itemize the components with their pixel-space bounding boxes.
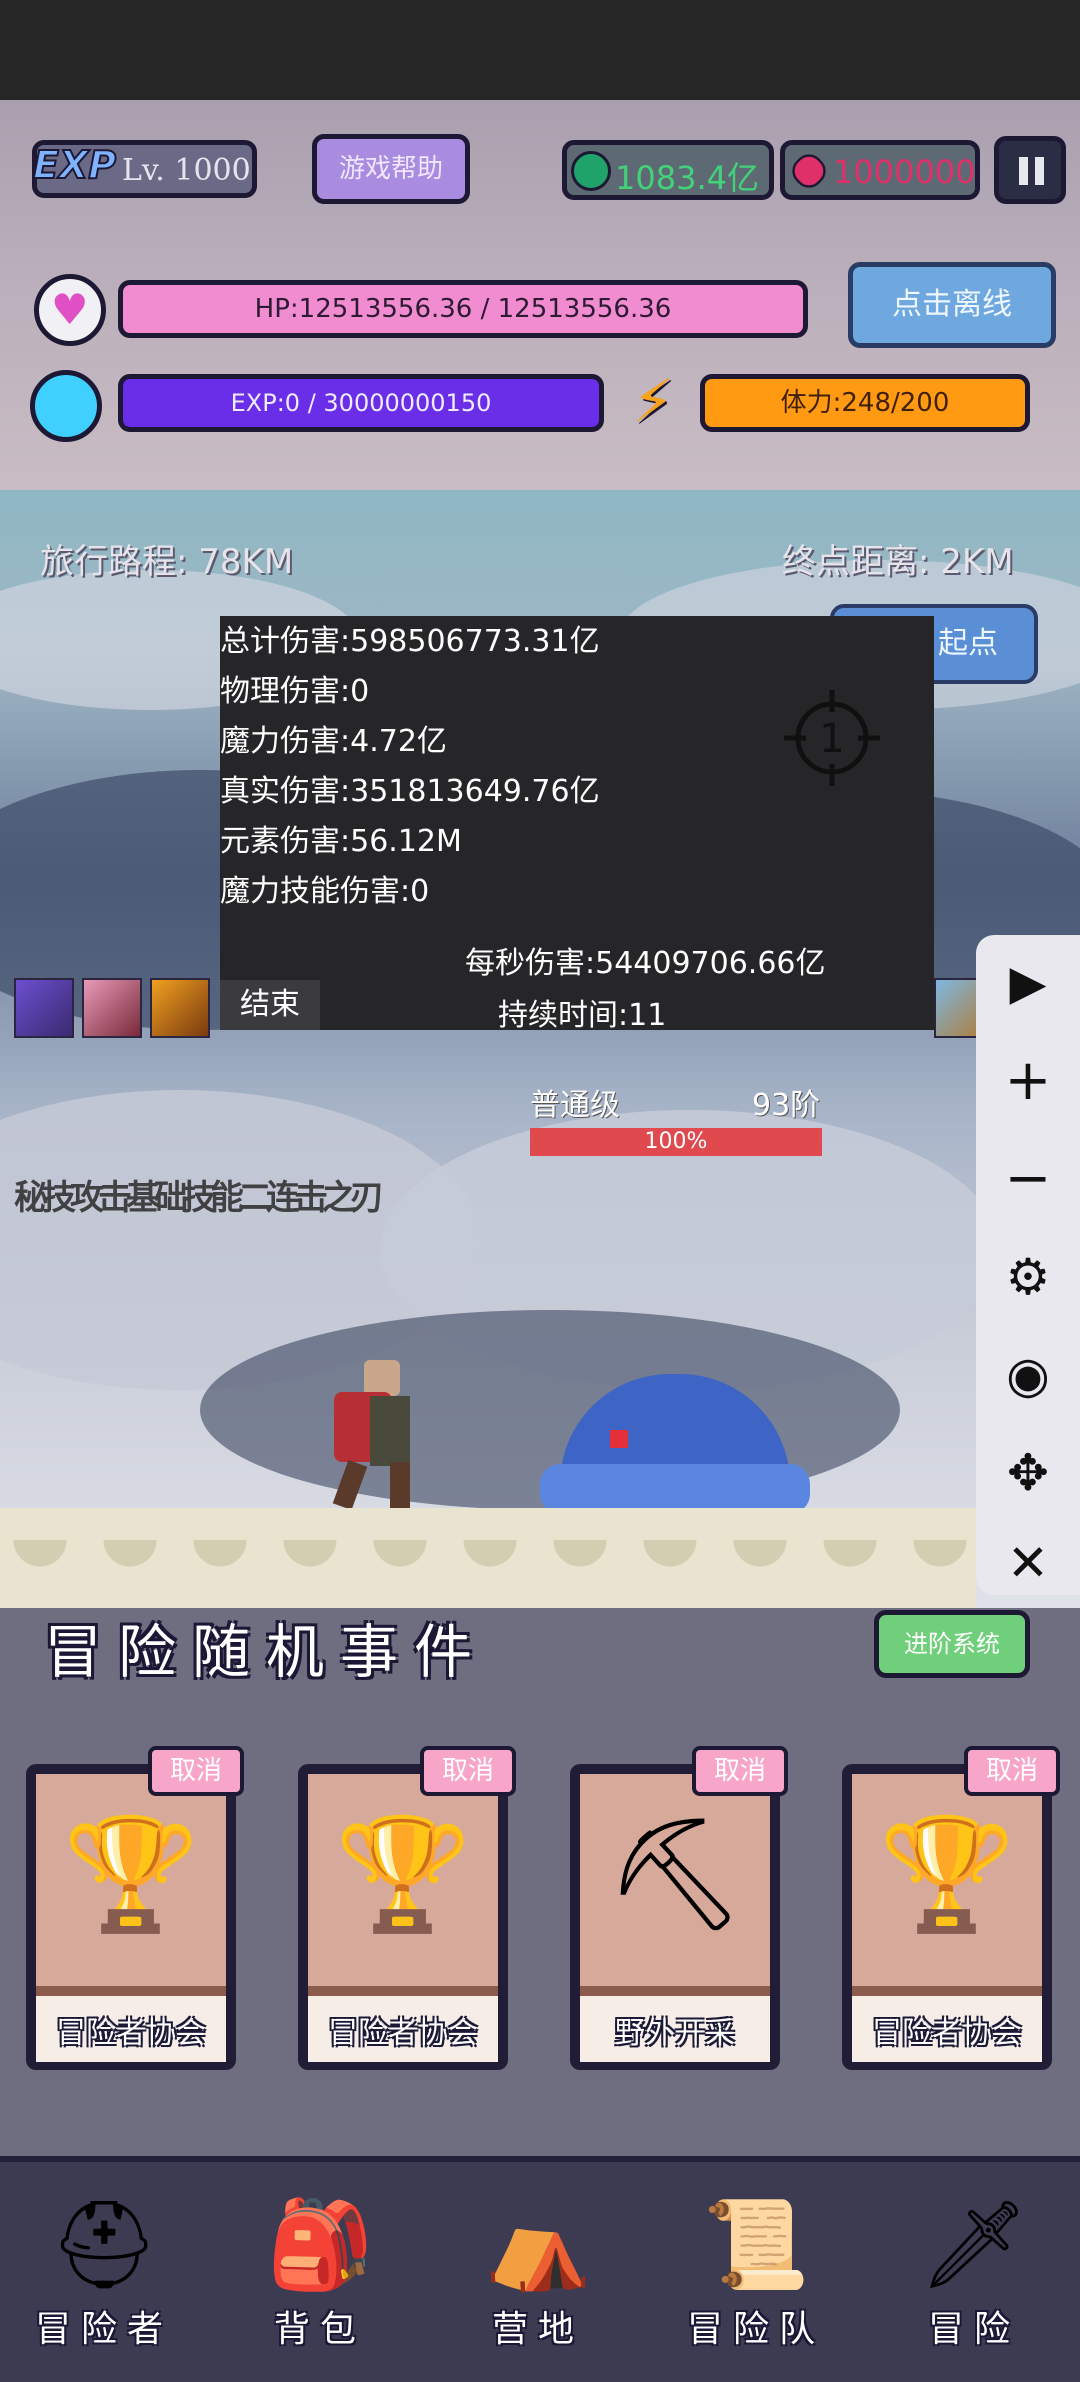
nav-backpack[interactable]: 🎒 背包 (240, 2190, 400, 2352)
side-control-bar: ▶ + − ⚙ ◉ ✥ ✕ (976, 935, 1080, 1595)
nav-label: 背包 (273, 2309, 366, 2350)
dps-text: 每秒伤害:54409706.66亿 (465, 946, 826, 981)
guild-trophy-icon: 🏆 (62, 1810, 200, 1938)
hp-bar: HP:12513556.36 / 12513556.36 (118, 280, 808, 338)
exp-bar: EXP:0 / 30000000150 (118, 374, 604, 432)
red-currency-value: 1000000 (833, 153, 976, 191)
level-badge: EXP Lv. 1000 (32, 140, 257, 198)
elemental-damage: 元素伤害:56.12M (220, 824, 462, 859)
helmet-icon: ⛑ (49, 2195, 159, 2295)
play-icon[interactable]: ▶ (976, 935, 1080, 1031)
event-card-4[interactable]: 🏆 冒险者协会 取消 (842, 1746, 1060, 2070)
gear-icon[interactable]: ⚙ (976, 1229, 1080, 1325)
cancel-event-button[interactable]: 取消 (692, 1746, 788, 1796)
sword-skill-icon (14, 978, 74, 1038)
move-icon[interactable]: ✥ (976, 1425, 1080, 1521)
cancel-event-button[interactable]: 取消 (964, 1746, 1060, 1796)
nav-label: 冒险队 (686, 2309, 825, 2350)
event-card-label: 冒险者协会 (328, 2016, 478, 2051)
damage-stats-panel: 总计伤害:598506773.31亿 物理伤害:0 魔力伤害:4.72亿 真实伤… (220, 616, 934, 1033)
minus-icon[interactable]: − (976, 1131, 1080, 1227)
enemy-hp-track: 100% (530, 1128, 822, 1156)
hero-sprite (320, 1352, 430, 1512)
card-divider (308, 1986, 498, 1996)
miner-icon: ⛏ (605, 1810, 745, 1938)
guild-trophy-icon: 🏆 (334, 1810, 472, 1938)
enemy-hp-percent: 100% (644, 1129, 708, 1154)
heart-icon: ♥ (34, 274, 106, 346)
floating-skill-text: 秘技攻击基础技能二连击之刃 (14, 1178, 384, 1218)
card-divider (36, 1986, 226, 1996)
physical-damage: 物理伤害:0 (220, 674, 370, 709)
status-bar (0, 0, 1080, 100)
weapon-skill-icon (150, 978, 210, 1038)
nav-adventurer[interactable]: ⛑ 冒险者 (24, 2190, 184, 2352)
level-text: Lv. 1000 (122, 153, 251, 188)
backpack-icon: 🎒 (266, 2195, 374, 2295)
slime-enemy-sprite (540, 1374, 810, 1514)
game-help-button[interactable]: 游戏帮助 (312, 134, 470, 204)
cloud-ground-bumps (0, 1540, 976, 1608)
hide-eye-icon[interactable]: ◉ (976, 1327, 1080, 1423)
exp-logo: EXP (32, 142, 117, 188)
boot-skill-icon (82, 978, 142, 1038)
lightning-icon: ⚡ (632, 367, 675, 437)
nav-adventure[interactable]: 🗡 冒险 (894, 2190, 1054, 2352)
stamina-bar: 体力:248/200 (700, 374, 1030, 432)
event-card-1[interactable]: 🏆 冒险者协会 取消 (26, 1746, 244, 2070)
green-currency-value: 1083.4亿 (615, 159, 759, 197)
event-card-label: 冒险者协会 (56, 2016, 206, 2051)
card-divider (852, 1986, 1042, 1996)
red-gem-icon (786, 148, 832, 194)
magic-skill-damage: 魔力技能伤害:0 (220, 874, 430, 909)
enemy-tier: 93阶 (752, 1088, 821, 1123)
event-card-label: 野外开采 (615, 2016, 735, 2051)
cancel-event-button[interactable]: 取消 (148, 1746, 244, 1796)
pause-button[interactable] (994, 136, 1066, 204)
offline-button[interactable]: 点击离线 (848, 262, 1056, 348)
end-button[interactable]: 结束 (220, 980, 320, 1030)
sword-icon: 🗡 (919, 2195, 1029, 2295)
events-title: 冒险随机事件 (44, 1618, 489, 1686)
total-damage: 总计伤害:598506773.31亿 (220, 624, 600, 659)
end-distance: 终点距离: 2KM (782, 542, 1014, 582)
scroll-icon: 📜 (702, 2195, 810, 2295)
target-number: 1 (819, 716, 844, 762)
event-card-2[interactable]: 🏆 冒险者协会 取消 (298, 1746, 516, 2070)
magic-damage: 魔力伤害:4.72亿 (220, 724, 447, 759)
nav-label: 冒险 (927, 2309, 1020, 2350)
green-gem-icon (571, 151, 611, 191)
event-card-3[interactable]: ⛏ 野外开采 取消 (570, 1746, 788, 2070)
guild-trophy-icon: 🏆 (878, 1810, 1016, 1938)
nav-label: 营地 (491, 2309, 584, 2350)
red-currency: 1000000 (780, 140, 980, 200)
nav-label: 冒险者 (34, 2309, 173, 2350)
duration-text: 持续时间:11 (498, 998, 667, 1033)
close-icon[interactable]: ✕ (976, 1515, 1080, 1611)
nav-team[interactable]: 📜 冒险队 (676, 2190, 836, 2352)
crosshair-icon: 1 (784, 690, 880, 786)
enemy-rank: 普通级 (530, 1088, 620, 1123)
event-card-label: 冒险者协会 (872, 2016, 1022, 2051)
plus-icon[interactable]: + (976, 1033, 1080, 1129)
exp-orb-icon (30, 370, 102, 442)
cancel-event-button[interactable]: 取消 (420, 1746, 516, 1796)
travel-distance: 旅行路程: 78KM (40, 542, 294, 582)
nav-camp[interactable]: ⛺ 营地 (458, 2190, 618, 2352)
green-currency: 1083.4亿 (562, 140, 774, 200)
true-damage: 真实伤害:351813649.76亿 (220, 774, 600, 809)
advance-system-button[interactable]: 进阶系统 (874, 1610, 1030, 1678)
card-divider (580, 1986, 770, 1996)
camp-icon: ⛺ (484, 2195, 592, 2295)
